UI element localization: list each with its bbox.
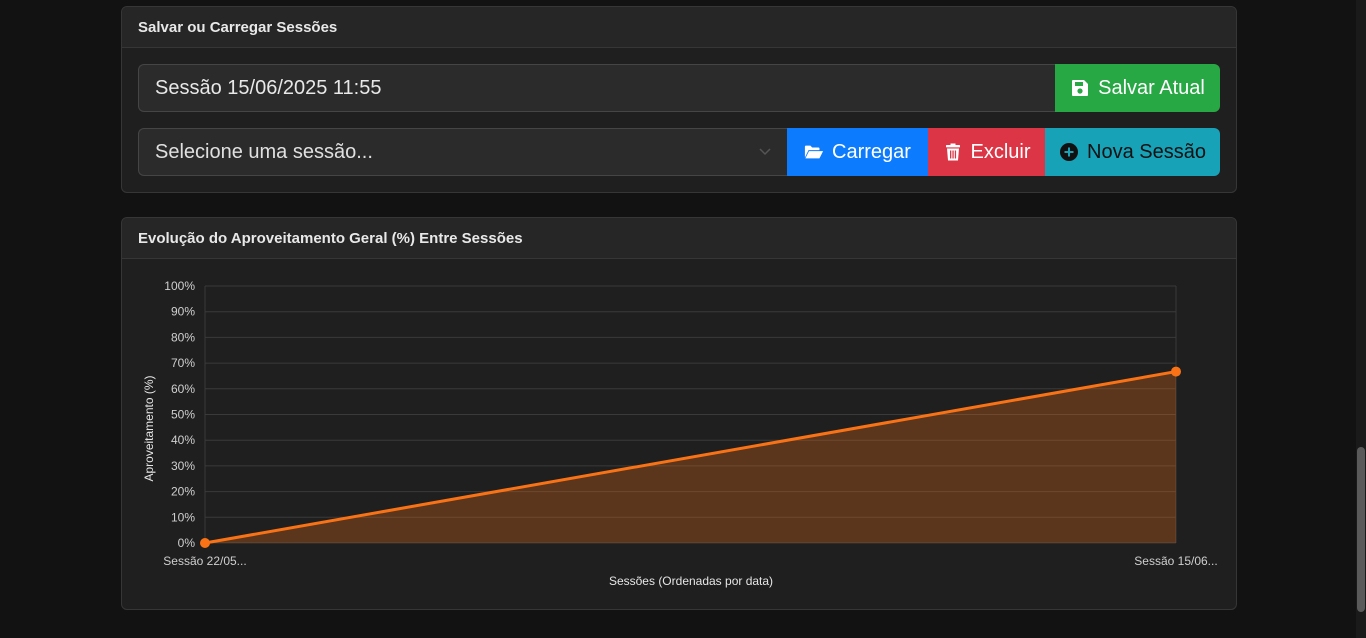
plus-circle-icon <box>1060 143 1079 161</box>
y-tick-label: 30% <box>171 459 195 473</box>
load-session-row: Selecione uma sessão... Carregar Excluir <box>138 128 1220 176</box>
y-tick-label: 60% <box>171 382 195 396</box>
save-session-row: Salvar Atual <box>138 64 1220 112</box>
chart-card-title: Evolução do Aproveitamento Geral (%) Ent… <box>122 218 1236 259</box>
progress-chart: 0% 10% 20% 30% 40% 50% 60% 70% 80% 90% 100% Sessão… <box>142 279 1218 588</box>
y-tick-label: 90% <box>171 305 195 319</box>
data-point[interactable] <box>1171 366 1181 377</box>
save-current-button[interactable]: Salvar Atual <box>1055 64 1220 112</box>
session-select-value: Selecione uma sessão... <box>155 140 373 163</box>
y-tick-label: 70% <box>171 356 195 370</box>
y-tick-label: 20% <box>171 485 195 499</box>
scrollbar-thumb[interactable] <box>1357 447 1365 612</box>
load-label: Carregar <box>832 140 911 163</box>
x-tick-label: Sessão 22/05... <box>163 554 246 568</box>
sessions-card-title: Salvar ou Carregar Sessões <box>122 7 1236 48</box>
y-tick-label: 40% <box>171 433 195 447</box>
load-button[interactable]: Carregar <box>787 128 928 176</box>
delete-button[interactable]: Excluir <box>928 128 1045 176</box>
new-session-button[interactable]: Nova Sessão <box>1045 128 1220 176</box>
x-tick-label: Sessão 15/06... <box>1134 554 1217 568</box>
y-tick-label: 100% <box>164 279 195 293</box>
data-point[interactable] <box>200 538 210 548</box>
chevron-down-icon <box>759 148 771 156</box>
delete-label: Excluir <box>970 140 1031 163</box>
session-select[interactable]: Selecione uma sessão... <box>138 128 787 176</box>
page-scrollbar[interactable] <box>1356 0 1366 638</box>
new-session-label: Nova Sessão <box>1087 140 1206 163</box>
y-tick-label: 50% <box>171 408 195 422</box>
y-tick-label: 10% <box>171 510 195 524</box>
sessions-card: Salvar ou Carregar Sessões Salvar Atual … <box>121 6 1237 193</box>
floppy-disk-icon <box>1072 80 1089 96</box>
session-name-input[interactable] <box>138 64 1055 112</box>
folder-open-icon <box>804 145 824 159</box>
y-axis-title: Aproveitamento (%) <box>142 375 156 481</box>
y-tick-label: 0% <box>178 536 196 550</box>
trash-icon <box>945 143 960 161</box>
x-axis-title: Sessões (Ordenadas por data) <box>609 574 773 588</box>
chart-card: Evolução do Aproveitamento Geral (%) Ent… <box>121 217 1237 610</box>
y-tick-label: 80% <box>171 330 195 344</box>
save-current-label: Salvar Atual <box>1098 76 1205 99</box>
